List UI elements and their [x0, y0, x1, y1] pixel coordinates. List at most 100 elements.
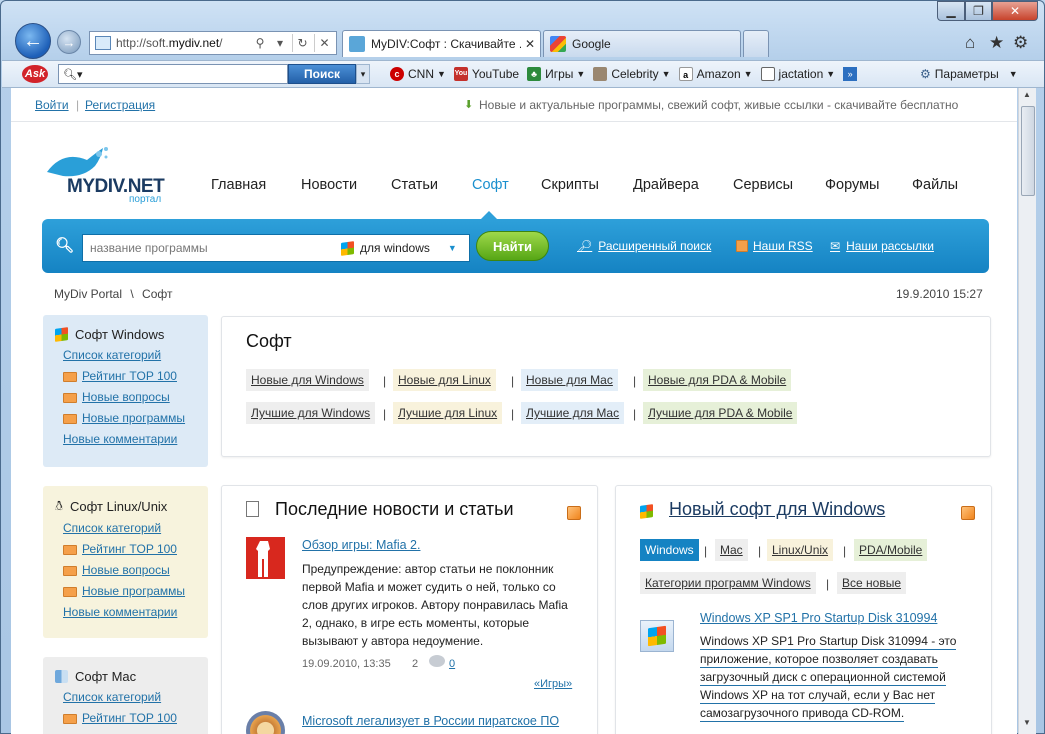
celebrity-icon	[593, 67, 608, 81]
toolbar-search-input[interactable]: 🔍︎▾	[58, 64, 288, 84]
minimize-button[interactable]: ▁	[937, 1, 965, 21]
favorites-star-icon[interactable]: ★	[989, 33, 1004, 53]
maximize-button[interactable]: ❐	[965, 1, 992, 21]
menu-services[interactable]: Сервисы	[733, 177, 793, 193]
login-link[interactable]: Войти	[35, 98, 69, 112]
sidebar-link-questions[interactable]: Новые вопросы	[63, 390, 208, 405]
software-title-link[interactable]: Windows XP SP1 Pro Startup Disk 310994	[700, 611, 937, 625]
separator: |	[758, 544, 762, 558]
options-menu[interactable]: ⚙ Параметры ▼	[920, 67, 1018, 81]
chip-new-windows[interactable]: Новые для Windows	[246, 369, 369, 391]
toolbar-more-icon[interactable]: ▾	[356, 64, 370, 84]
address-bar[interactable]: http://soft.mydiv.net/ ⚲ ▾ ↻ ✕	[89, 31, 337, 55]
find-button[interactable]: Найти	[476, 231, 549, 261]
tab-linux[interactable]: Linux/Unix	[767, 539, 834, 561]
chip-best-windows[interactable]: Лучшие для Windows	[246, 402, 376, 424]
register-link[interactable]: Регистрация	[85, 98, 155, 112]
sidebar-link-programs[interactable]: Новые программы	[63, 584, 208, 599]
triangle-pointer	[481, 211, 497, 219]
sidebar-link-categories[interactable]: Список категорий	[63, 690, 208, 705]
chip-new-pda[interactable]: Новые для PDA & Mobile	[643, 369, 792, 391]
chip-new-mac[interactable]: Новые для Mac	[521, 369, 618, 391]
sidebar-link-categories[interactable]: Список категорий	[63, 521, 208, 536]
article-thumbnail[interactable]	[246, 537, 285, 579]
bookmark-games[interactable]: ♣ Игры ▼	[527, 67, 585, 81]
soft-box: Софт Новые для Windows | Новые для Linux…	[221, 316, 991, 457]
sidebar-link-top100[interactable]: Рейтинг TOP 100	[63, 369, 208, 384]
sidebar-link-comments[interactable]: Новые комментарии	[63, 432, 208, 447]
software-icon[interactable]	[640, 620, 674, 652]
article-title-link[interactable]: Обзор игры: Mafia 2.	[302, 538, 420, 552]
search-address-icon[interactable]: ⚲	[250, 34, 270, 52]
gear-icon[interactable]: ⚙	[1013, 33, 1028, 53]
scroll-down-icon[interactable]: ▼	[1023, 718, 1031, 727]
chip-new-linux[interactable]: Новые для Linux	[393, 369, 496, 391]
new-soft-title[interactable]: Новый софт для Windows	[669, 499, 885, 520]
menu-articles[interactable]: Статьи	[391, 177, 438, 193]
newsletter-link[interactable]: ✉ Наши рассылки	[830, 239, 934, 253]
forward-button[interactable]: →	[57, 30, 81, 54]
back-button[interactable]: ←	[15, 23, 51, 59]
sidebar-link-categories[interactable]: Список категорий	[63, 348, 208, 363]
menu-files[interactable]: Файлы	[912, 177, 958, 193]
home-icon[interactable]: ⌂	[965, 33, 975, 53]
chevron-down-icon: ▼	[826, 69, 836, 79]
scrollbar-thumb[interactable]	[1021, 106, 1035, 196]
advanced-search-link[interactable]: 🔎︎ Расширенный поиск	[577, 239, 711, 253]
menu-news[interactable]: Новости	[301, 177, 357, 193]
close-window-button[interactable]: ✕	[992, 1, 1038, 21]
site-logo[interactable]: MYDIV.NET портал	[43, 144, 173, 205]
scroll-up-icon[interactable]: ▲	[1023, 90, 1031, 99]
link-windows-categories[interactable]: Категории программ Windows	[640, 572, 816, 594]
menu-main[interactable]: Главная	[211, 177, 266, 193]
menu-drivers[interactable]: Драйвера	[633, 177, 699, 193]
chip-best-pda[interactable]: Лучшие для PDA & Mobile	[643, 402, 798, 424]
compat-view-icon[interactable]: ▾	[270, 34, 290, 52]
bookmark-cnn[interactable]: c CNN ▼	[390, 67, 446, 81]
refresh-icon[interactable]: ↻	[292, 34, 312, 52]
address-url[interactable]: http://soft.mydiv.net/	[116, 36, 223, 50]
bookmark-celebrity[interactable]: Celebrity ▼	[593, 67, 671, 81]
logo-subtitle: портал	[129, 194, 162, 205]
link-label: Новые программы	[82, 584, 186, 598]
rss-link[interactable]: Наши RSS	[736, 239, 813, 253]
vertical-scrollbar[interactable]: ▲ ▼	[1018, 88, 1036, 734]
more-bookmarks-icon[interactable]: »	[843, 67, 858, 81]
chip-best-linux[interactable]: Лучшие для Linux	[393, 402, 503, 424]
sidebar-link-top100[interactable]: Рейтинг TOP 100	[63, 542, 208, 557]
bookmark-jactation[interactable]: jactation ▼	[760, 67, 836, 81]
article-category-link[interactable]: «Игры»	[534, 678, 572, 690]
toolbar-search-button[interactable]: Поиск	[288, 64, 356, 84]
sidebar-link-questions[interactable]: Новые вопросы	[63, 563, 208, 578]
sidebar-link-comments[interactable]: Новые комментарии	[63, 605, 208, 620]
stop-icon[interactable]: ✕	[314, 34, 334, 52]
ask-logo[interactable]: Ask	[22, 65, 48, 83]
document-icon	[246, 501, 259, 517]
bookmark-amazon[interactable]: a Amazon ▼	[678, 67, 753, 81]
tab-mydiv[interactable]: MyDIV:Софт : Скачивайте ... ✕	[342, 30, 541, 57]
tab-windows[interactable]: Windows	[640, 539, 699, 561]
tab-mac[interactable]: Mac	[715, 539, 748, 561]
new-tab-button[interactable]	[743, 30, 769, 57]
menu-forums[interactable]: Форумы	[825, 177, 879, 193]
rss-icon[interactable]	[567, 506, 581, 520]
platform-select[interactable]: для windows ▼	[341, 240, 457, 256]
link-all-new[interactable]: Все новые	[837, 572, 906, 594]
breadcrumb-home[interactable]: MyDiv Portal	[54, 287, 122, 301]
rss-icon[interactable]	[961, 506, 975, 520]
program-search-input[interactable]: название программы для windows ▼	[82, 234, 470, 262]
sidebar-link-top100[interactable]: Рейтинг TOP 100	[63, 711, 208, 726]
tab-google[interactable]: Google	[543, 30, 741, 57]
tab-pda[interactable]: PDA/Mobile	[854, 539, 928, 561]
bookmark-youtube[interactable]: You YouTube	[453, 67, 519, 81]
linux-penguin-icon: 🐧︎	[55, 498, 64, 513]
separator: |	[843, 544, 847, 558]
menu-scripts[interactable]: Скрипты	[541, 177, 599, 193]
sidebar-link-programs[interactable]: Новые программы	[63, 411, 208, 426]
article-title-link-2[interactable]: Microsoft легализует в России пиратское …	[302, 714, 559, 728]
chip-best-mac[interactable]: Лучшие для Mac	[521, 402, 625, 424]
article-thumbnail-2[interactable]	[246, 711, 285, 734]
article-comments-link[interactable]: 0	[449, 658, 455, 670]
close-tab-icon[interactable]: ✕	[525, 37, 535, 51]
menu-soft[interactable]: Софт	[472, 177, 509, 193]
